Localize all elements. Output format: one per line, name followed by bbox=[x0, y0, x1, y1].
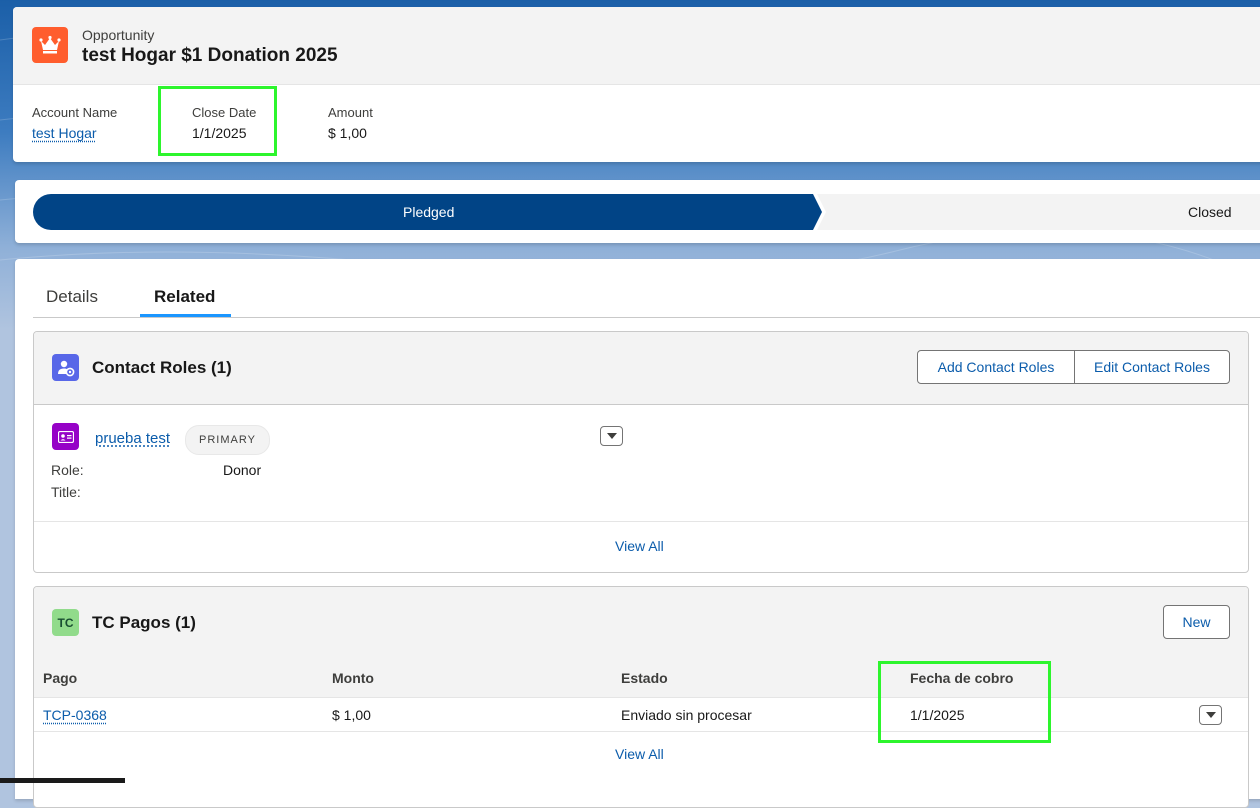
field-amount: Amount $ 1,00 bbox=[328, 105, 373, 141]
opportunity-crown-icon bbox=[32, 27, 68, 63]
taskbar-edge bbox=[0, 778, 125, 783]
fecha-de-cobro-highlight-box bbox=[878, 661, 1051, 743]
tc-pagos-title: TC Pagos (1) bbox=[92, 613, 196, 632]
record-tabs: Details Related bbox=[33, 259, 1260, 318]
path-stage-pledged[interactable]: Pledged bbox=[403, 204, 454, 220]
stage-path: Pledged Closed bbox=[15, 180, 1260, 243]
role-value: Donor bbox=[223, 462, 262, 478]
field-label: Amount bbox=[328, 105, 373, 120]
title-label: Title: bbox=[51, 484, 81, 500]
contact-card-icon bbox=[52, 423, 79, 450]
active-tab-indicator bbox=[140, 314, 231, 317]
row-actions-dropdown[interactable] bbox=[1199, 705, 1222, 725]
path-track bbox=[33, 194, 1260, 230]
primary-badge: PRIMARY bbox=[185, 425, 270, 455]
contact-roles-header: Contact Roles (1) Add Contact Roles Edit… bbox=[34, 332, 1248, 405]
monto-cell: $ 1,00 bbox=[332, 707, 371, 723]
contact-name-link[interactable]: prueba test bbox=[95, 430, 170, 447]
field-label: Account Name bbox=[32, 105, 118, 120]
object-type-label: Opportunity bbox=[82, 27, 155, 43]
table-row: TCP-0368 $ 1,00 Enviado sin procesar 1/1… bbox=[34, 698, 1248, 732]
chevron-down-icon bbox=[606, 433, 617, 439]
tc-pagos-icon: TC bbox=[52, 609, 79, 636]
new-button[interactable]: New bbox=[1163, 605, 1230, 639]
pago-link[interactable]: TCP-0368 bbox=[43, 707, 107, 723]
field-account-name: Account Name test Hogar bbox=[32, 105, 117, 141]
tab-details[interactable]: Details bbox=[46, 287, 98, 307]
contact-roles-related-list: Contact Roles (1) Add Contact Roles Edit… bbox=[33, 331, 1249, 573]
record-title: test Hogar $1 Donation 2025 bbox=[82, 45, 338, 66]
contact-roles-view-all-link[interactable]: View All bbox=[615, 538, 664, 554]
close-date-highlight-box bbox=[158, 86, 277, 156]
contact-roles-title: Contact Roles (1) bbox=[92, 358, 232, 377]
tc-pagos-view-all-link[interactable]: View All bbox=[615, 746, 664, 762]
estado-cell: Enviado sin procesar bbox=[621, 707, 752, 723]
column-header-estado[interactable]: Estado bbox=[621, 670, 668, 686]
field-value: $ 1,00 bbox=[328, 125, 367, 141]
contact-role-icon bbox=[52, 354, 79, 381]
column-header-monto[interactable]: Monto bbox=[332, 670, 374, 686]
related-tab-panel: Details Related Contact Roles (1) Add Co… bbox=[15, 259, 1260, 808]
role-label: Role: bbox=[51, 462, 84, 478]
tab-related[interactable]: Related bbox=[154, 287, 215, 307]
tc-pagos-header: TC TC Pagos (1) New bbox=[34, 587, 1248, 660]
tc-pagos-related-list: TC TC Pagos (1) New Pago Monto Estado Fe… bbox=[33, 586, 1249, 808]
path-stage-closed[interactable]: Closed bbox=[1188, 204, 1232, 220]
row-actions-dropdown[interactable] bbox=[600, 426, 623, 446]
account-name-link[interactable]: test Hogar bbox=[32, 125, 117, 141]
chevron-down-icon bbox=[1205, 712, 1216, 718]
add-contact-roles-button[interactable]: Add Contact Roles bbox=[917, 350, 1075, 384]
column-header-pago[interactable]: Pago bbox=[43, 670, 77, 686]
divider bbox=[34, 521, 1248, 522]
record-header-top: Opportunity test Hogar $1 Donation 2025 bbox=[13, 7, 1260, 85]
table-header-row: Pago Monto Estado Fecha de cobro bbox=[34, 659, 1248, 698]
edit-contact-roles-button[interactable]: Edit Contact Roles bbox=[1074, 350, 1230, 384]
